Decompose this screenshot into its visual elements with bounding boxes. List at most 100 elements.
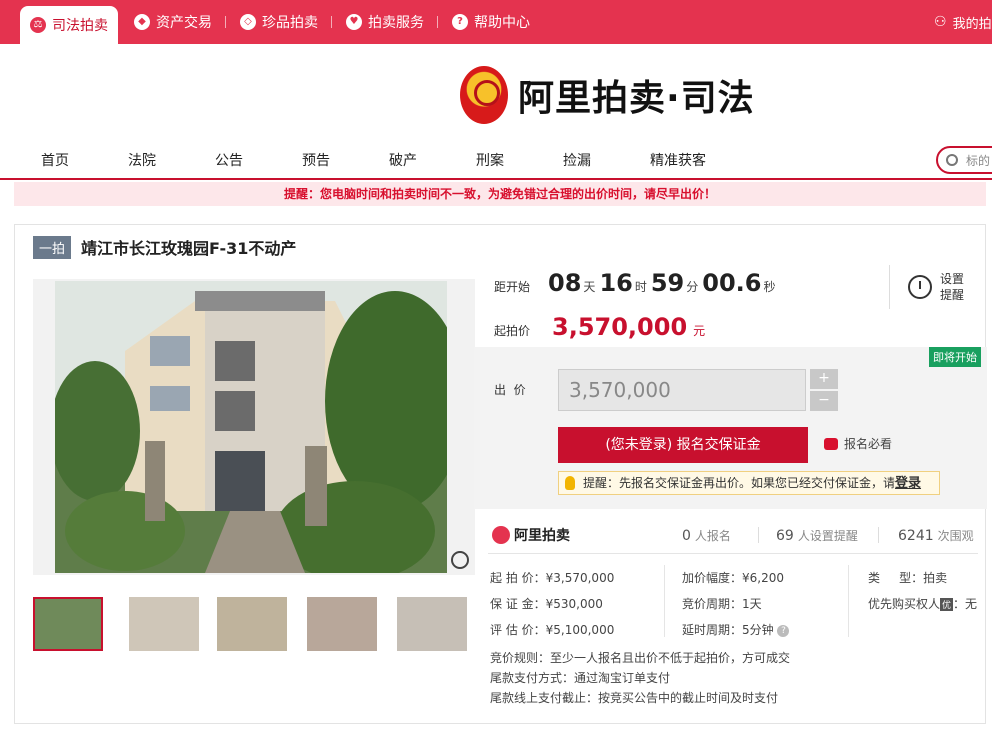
tab-auction-service[interactable]: ♥ 拍卖服务 [346, 0, 424, 44]
registered-number: 0 [682, 528, 691, 544]
item-title: 靖江市长江玫瑰园F-31不动产 [81, 239, 297, 258]
main-nav: 首页 法院 公告 预告 破产 刑案 捡漏 精准获客 标的 [0, 142, 992, 178]
countdown-label: 距开始 [494, 280, 531, 294]
thumbnail-3[interactable] [217, 597, 287, 651]
tab-label: 资产交易 [156, 15, 212, 31]
nav-home[interactable]: 首页 [41, 150, 69, 170]
auction-item-panel: 一拍 靖江市长江玫瑰园F-31不动产 距开始 08 天 16 时 59 分 00… [14, 224, 987, 724]
countdown-hours: 16 [599, 269, 633, 297]
detail-type: 类 型：拍卖 [868, 571, 948, 585]
views-label: 次围观 [937, 529, 974, 543]
divider [878, 527, 879, 543]
price-unit: 元 [693, 324, 706, 338]
set-reminder-button[interactable]: 设置 提醒 [889, 265, 964, 309]
logo-text: 阿里拍卖·司法 [518, 78, 755, 119]
detail-deposit: 保 证 金：¥530,000 [490, 597, 603, 611]
thumbnail-strip [33, 597, 475, 653]
nav-announcement[interactable]: 公告 [215, 150, 243, 170]
register-deposit-button[interactable]: (您未登录) 报名交保证金 [558, 427, 808, 463]
nav-underline [0, 178, 992, 180]
top-nav-bar: ⚖ 司法拍卖 ◆ 资产交易 ◇ 珍品拍卖 ♥ 拍卖服务 ? 帮助中心 ⚇ 我的拍 [0, 0, 992, 44]
my-account-link[interactable]: ⚇ 我的拍 [934, 0, 992, 44]
tip-text: 提醒：先报名交保证金再出价。如果您已经交付保证金，请 [583, 476, 896, 490]
views-count: 6241 次围观 [898, 527, 974, 544]
hours-unit: 时 [634, 280, 647, 294]
help-icon[interactable]: ? [777, 624, 790, 637]
must-read-label: 报名必看 [844, 437, 893, 451]
tab-judicial-auction[interactable]: ⚖ 司法拍卖 [20, 6, 118, 44]
divider [331, 16, 332, 28]
tab-label: 司法拍卖 [52, 18, 108, 34]
days-unit: 天 [583, 280, 596, 294]
status-badge: 即将开始 [929, 347, 981, 367]
starting-price: 3,570,000 [552, 313, 688, 341]
tab-label: 珍品拍卖 [262, 15, 318, 31]
starting-price-label: 起拍价 [494, 324, 531, 338]
bid-box: 即将开始 出 价 3,570,000 + − (您未登录) 报名交保证金 报名必… [474, 347, 987, 509]
registered-label: 人报名 [694, 529, 731, 543]
court-emblem-icon [460, 66, 508, 124]
deposit-tip: 提醒：先报名交保证金再出价。如果您已经交付保证金，请登录 [558, 471, 940, 495]
tab-asset-trading[interactable]: ◆ 资产交易 [134, 0, 212, 44]
column-divider [848, 565, 849, 637]
nav-bargain[interactable]: 捡漏 [563, 150, 591, 170]
detail-payment-method: 尾款支付方式：通过淘宝订单支付 [490, 671, 671, 685]
increase-button[interactable]: + [810, 369, 838, 389]
divider [225, 16, 226, 28]
seconds-unit: 秒 [763, 280, 776, 294]
minutes-unit: 分 [686, 280, 699, 294]
countdown: 距开始 08 天 16 时 59 分 00.6 秒 [494, 269, 780, 297]
tab-treasure-auction[interactable]: ◇ 珍品拍卖 [240, 0, 318, 44]
remind-count: 69 人设置提醒 [776, 527, 858, 544]
reminder-line-1: 设置 [940, 272, 965, 286]
nav-court[interactable]: 法院 [128, 150, 156, 170]
decrease-button[interactable]: − [810, 391, 838, 411]
tab-label: 拍卖服务 [368, 15, 424, 31]
thumbnail-2[interactable] [129, 597, 199, 651]
brand-label: 阿里拍卖 [514, 528, 570, 544]
remind-number: 69 [776, 528, 794, 544]
thumbnail-5[interactable] [397, 597, 467, 651]
remind-label: 人设置提醒 [797, 529, 858, 543]
priority-label: 优先购买权人 [868, 597, 941, 611]
search-icon [946, 154, 958, 166]
nav-criminal[interactable]: 刑案 [476, 150, 504, 170]
heart-icon: ♥ [346, 14, 362, 30]
judicial-icon: ⚖ [30, 17, 46, 33]
time-warning-banner: 提醒：您电脑时间和拍卖时间不一致，为避免错过合理的出价时间，请尽早出价！ [14, 182, 986, 206]
nav-bankruptcy[interactable]: 破产 [389, 150, 417, 170]
zoom-icon[interactable] [451, 551, 469, 569]
alarm-clock-icon [908, 275, 932, 299]
help-icon: ? [452, 14, 468, 30]
registered-count: 0 人报名 [682, 527, 731, 544]
detail-priority: 优先购买权人优：无 [868, 595, 977, 612]
priority-value: ：无 [953, 597, 978, 611]
thumbnail-4[interactable] [307, 597, 377, 651]
reminder-label: 设置 提醒 [940, 271, 964, 303]
search-input[interactable]: 标的 [936, 146, 992, 174]
detail-extension: 延时周期：5分钟 ? [682, 621, 790, 638]
divider [758, 527, 759, 543]
tab-help-center[interactable]: ? 帮助中心 [452, 0, 530, 44]
reminder-line-2: 提醒 [940, 288, 965, 302]
detail-start-price: 起 拍 价：¥3,570,000 [490, 571, 615, 585]
nav-preview[interactable]: 预告 [302, 150, 330, 170]
bid-stepper: + − [810, 369, 838, 411]
lightbulb-icon [565, 476, 575, 490]
site-logo[interactable]: 阿里拍卖·司法 [460, 66, 755, 124]
main-photo[interactable] [33, 279, 475, 575]
extension-text: 延时周期：5分钟 [682, 623, 774, 637]
thumbnail-1[interactable] [33, 597, 103, 651]
countdown-minutes: 59 [650, 269, 685, 297]
starting-price-row: 起拍价 3,570,000 元 [494, 313, 705, 341]
bid-label: 出 价 [494, 383, 526, 397]
login-link[interactable]: 登录 [895, 476, 921, 491]
bid-amount-input[interactable]: 3,570,000 [558, 369, 806, 411]
account-label: 我的拍 [952, 16, 992, 32]
detail-payment-deadline: 尾款线上支付截止：按竞买公告中的截止时间及时支付 [490, 691, 779, 705]
must-read-link[interactable]: 报名必看 [824, 435, 892, 452]
divider [488, 553, 978, 554]
house-photo [55, 281, 447, 573]
nav-precise-customer[interactable]: 精准获客 [650, 150, 706, 170]
tab-label: 帮助中心 [474, 15, 530, 31]
